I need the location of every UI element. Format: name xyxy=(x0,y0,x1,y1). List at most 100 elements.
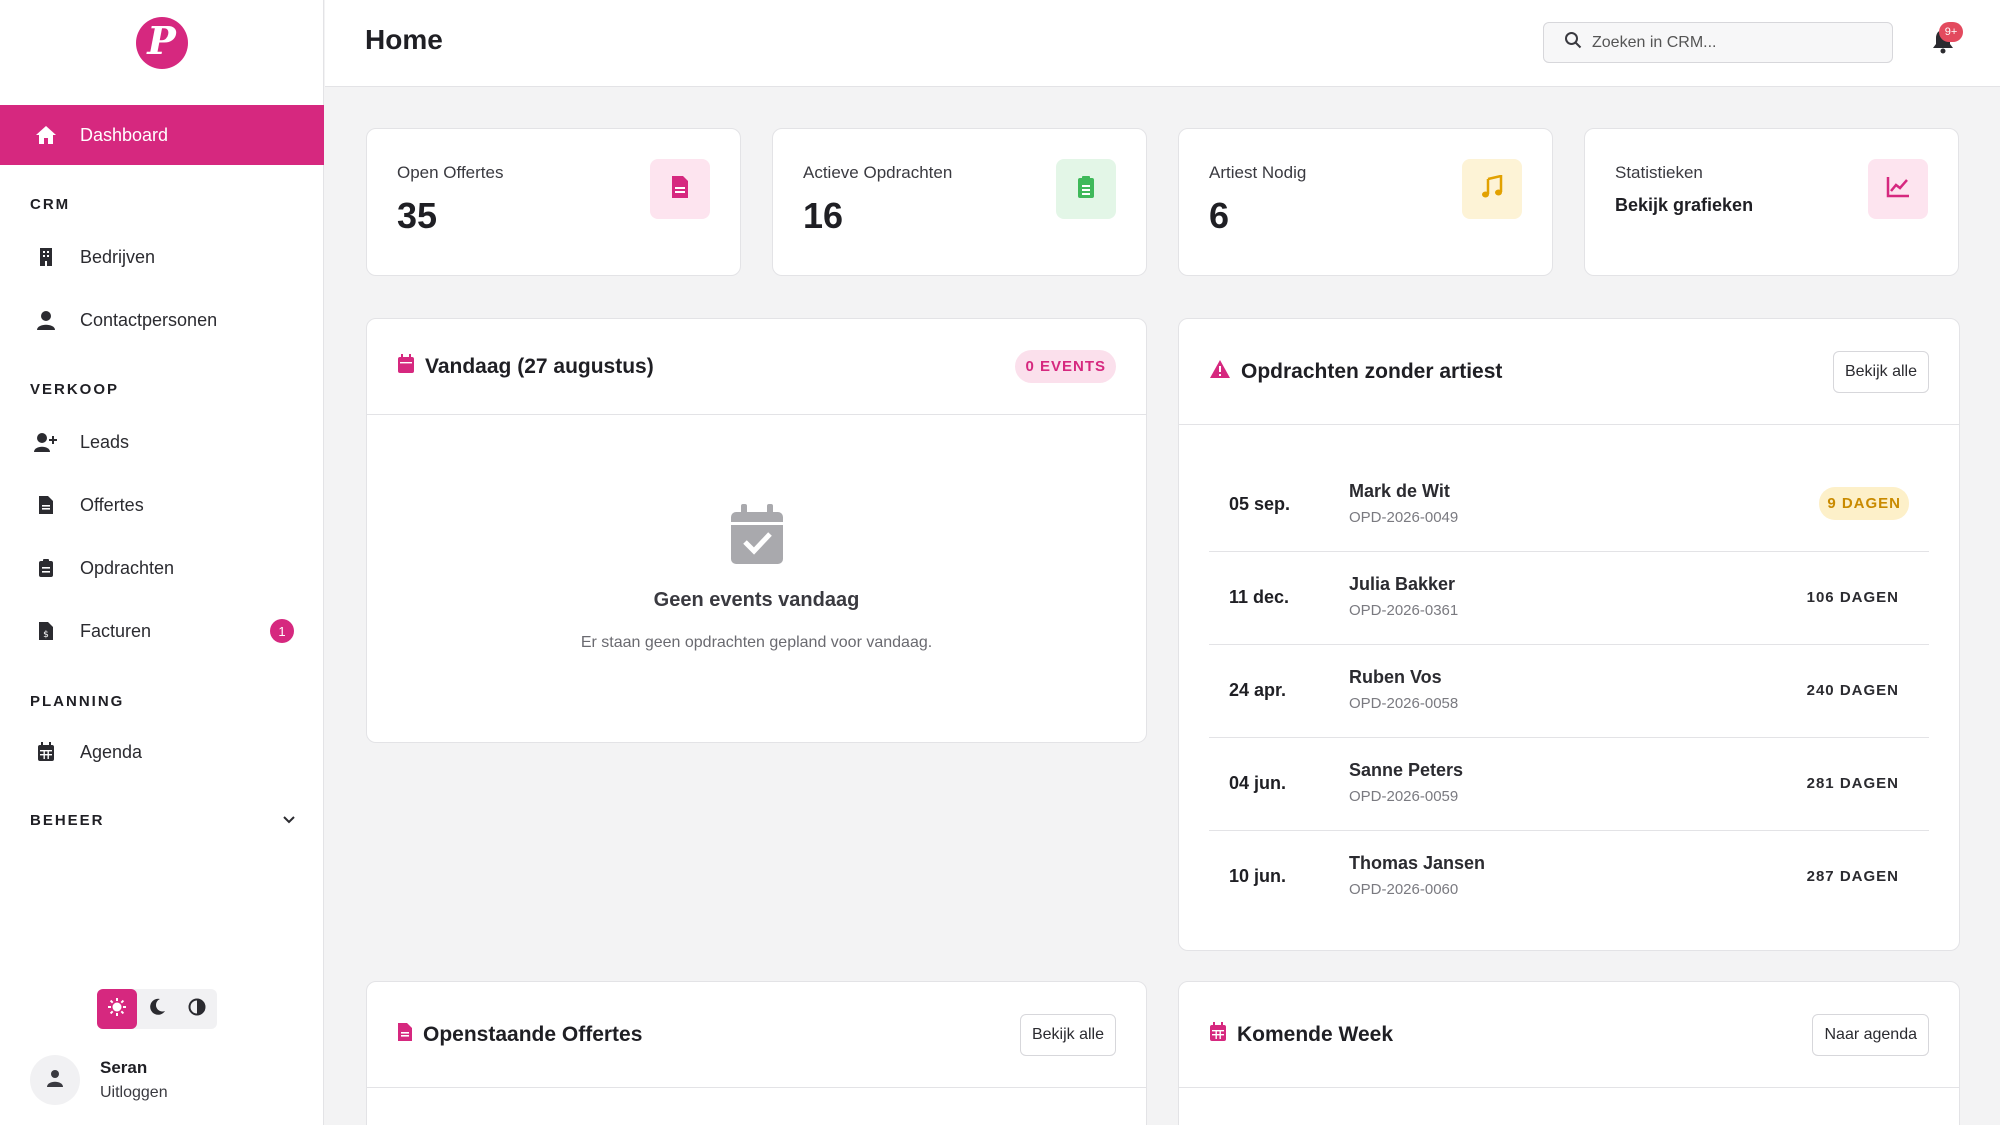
sidebar-item-opdrachten[interactable]: Opdrachten xyxy=(0,544,324,592)
invoice-icon: $ xyxy=(34,619,58,643)
row-code: OPD-2026-0058 xyxy=(1349,695,1459,712)
document-icon xyxy=(34,493,58,517)
top-bar: Home 9+ xyxy=(325,0,2000,87)
row-code: OPD-2026-0059 xyxy=(1349,788,1459,805)
user-panel: Seran Uitloggen xyxy=(30,1055,168,1105)
stat-link[interactable]: Bekijk grafieken xyxy=(1615,195,1753,216)
coming-week-panel: Komende Week Naar agenda xyxy=(1178,981,1960,1125)
days-badge: 281 DAGEN xyxy=(1806,775,1899,792)
sidebar-item-label: Bedrijven xyxy=(80,246,156,267)
avatar[interactable] xyxy=(30,1055,80,1105)
sidebar-item-facturen[interactable]: $ Facturen 1 xyxy=(0,607,324,655)
stat-value: 35 xyxy=(397,195,438,236)
sidebar-item-label: Contactpersonen xyxy=(80,309,218,330)
stat-card-actieve-opdrachten[interactable]: Actieve Opdrachten 16 xyxy=(772,128,1147,276)
row-name: Thomas Jansen xyxy=(1349,853,1486,873)
row-code: OPD-2026-0361 xyxy=(1349,602,1459,619)
sidebar-item-leads[interactable]: Leads xyxy=(0,418,324,466)
sidebar-item-bedrijven[interactable]: Bedrijven xyxy=(0,233,324,281)
row-name: Sanne Peters xyxy=(1349,760,1464,780)
open-quotes-panel: Openstaande Offertes Bekijk alle xyxy=(366,981,1147,1125)
light-theme-button[interactable] xyxy=(97,989,137,1029)
section-verkoop: VERKOOP xyxy=(30,381,120,398)
row-code: OPD-2026-0049 xyxy=(1349,509,1459,526)
empty-title: Geen events vandaag xyxy=(653,589,860,611)
row-date: 24 apr. xyxy=(1229,680,1287,700)
empty-state: Geen events vandaag Er staan geen opdrac… xyxy=(367,504,1146,652)
stat-label: Actieve Opdrachten xyxy=(803,163,953,182)
row-name: Mark de Wit xyxy=(1349,481,1450,501)
user-name: Seran xyxy=(100,1058,148,1077)
sidebar-item-label: Offertes xyxy=(80,494,144,515)
sidebar-item-dashboard[interactable]: Dashboard xyxy=(0,105,324,165)
table-row[interactable]: 11 dec. Julia Bakker OPD-2026-0361 106 D… xyxy=(1209,552,1929,645)
calendar-icon xyxy=(397,354,415,379)
table-row[interactable]: 04 jun. Sanne Peters OPD-2026-0059 281 D… xyxy=(1209,738,1929,831)
calendar-icon xyxy=(34,740,58,764)
sidebar-item-label: Dashboard xyxy=(80,124,169,145)
document-icon xyxy=(670,175,690,204)
chevron-down-icon xyxy=(282,812,296,829)
user-avatar-icon xyxy=(47,1069,63,1092)
row-date: 05 sep. xyxy=(1229,494,1291,514)
section-beheer: BEHEER xyxy=(30,812,105,829)
stat-card-open-offertes[interactable]: Open Offertes 35 xyxy=(366,128,741,276)
page-title: Home xyxy=(365,24,443,55)
brand-logo[interactable]: P xyxy=(135,17,188,69)
music-icon xyxy=(1480,173,1504,204)
user-icon xyxy=(34,308,58,332)
logo-letter: P xyxy=(147,18,176,63)
sidebar-item-agenda[interactable]: Agenda xyxy=(0,728,324,776)
panel-title: Openstaande Offertes xyxy=(423,1022,643,1046)
warning-icon xyxy=(1209,359,1231,384)
panel-title: Vandaag (27 augustus) xyxy=(425,354,654,378)
section-beheer-toggle[interactable]: BEHEER xyxy=(30,812,296,829)
today-panel: Vandaag (27 augustus) 0 EVENTS Geen even… xyxy=(366,318,1147,743)
stat-icon-box xyxy=(1056,159,1116,219)
panel-header: Komende Week Naar agenda xyxy=(1179,982,1959,1088)
sidebar-item-label: Facturen xyxy=(80,620,152,641)
row-date: 04 jun. xyxy=(1229,773,1287,793)
days-badge: 106 DAGEN xyxy=(1806,589,1899,606)
to-agenda-button[interactable]: Naar agenda xyxy=(1812,1013,1929,1056)
sidebar-item-label: Leads xyxy=(80,431,130,452)
days-badge: 240 DAGEN xyxy=(1806,682,1899,699)
stat-label: Statistieken xyxy=(1615,163,1703,182)
sidebar-item-offertes[interactable]: Offertes xyxy=(0,481,324,529)
events-count-badge: 0 EVENTS xyxy=(1015,350,1116,383)
section-planning: PLANNING xyxy=(30,693,125,710)
auto-theme-button[interactable] xyxy=(177,989,217,1029)
search-icon xyxy=(1564,31,1582,54)
search-box[interactable] xyxy=(1543,22,1893,63)
bell-icon xyxy=(1931,30,1955,58)
stat-label: Artiest Nodig xyxy=(1209,163,1307,182)
dark-theme-button[interactable] xyxy=(137,989,177,1029)
row-name: Julia Bakker xyxy=(1349,574,1456,594)
table-row[interactable]: 05 sep. Mark de Wit OPD-2026-0049 9 DAGE… xyxy=(1209,459,1929,552)
stat-label: Open Offertes xyxy=(397,163,504,182)
home-icon xyxy=(34,123,58,147)
view-all-button[interactable]: Bekijk alle xyxy=(1019,1013,1116,1056)
table-row[interactable]: 24 apr. Ruben Vos OPD-2026-0058 240 DAGE… xyxy=(1209,645,1929,738)
stat-card-statistieken[interactable]: Statistieken Bekijk grafieken xyxy=(1584,128,1959,276)
row-code: OPD-2026-0060 xyxy=(1349,881,1459,898)
view-all-button[interactable]: Bekijk alle xyxy=(1832,350,1929,393)
unassigned-panel: Opdrachten zonder artiest Bekijk alle 05… xyxy=(1178,318,1960,951)
logout-link[interactable]: Uitloggen xyxy=(100,1084,168,1102)
sun-icon xyxy=(107,997,127,1022)
section-crm: CRM xyxy=(30,196,71,213)
user-plus-icon xyxy=(34,430,58,454)
row-date: 11 dec. xyxy=(1229,587,1290,607)
sidebar-item-label: Agenda xyxy=(80,741,143,762)
logo-area: P xyxy=(0,0,323,86)
table-row[interactable]: 10 jun. Thomas Jansen OPD-2026-0060 287 … xyxy=(1209,831,1929,924)
sidebar-item-contactpersonen[interactable]: Contactpersonen xyxy=(0,296,324,344)
svg-text:$: $ xyxy=(43,630,49,640)
moon-icon xyxy=(148,998,166,1021)
stat-icon-box xyxy=(650,159,710,219)
search-input[interactable] xyxy=(1592,33,1872,52)
calendar-icon xyxy=(1209,1022,1227,1047)
stat-card-artiest-nodig[interactable]: Artiest Nodig 6 xyxy=(1178,128,1553,276)
panel-title: Komende Week xyxy=(1237,1022,1393,1046)
panel-title: Opdrachten zonder artiest xyxy=(1241,359,1503,383)
